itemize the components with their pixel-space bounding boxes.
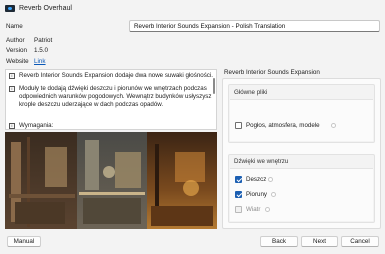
back-button[interactable]: Back bbox=[260, 236, 298, 247]
title-bar: Reverb Overhaul bbox=[0, 0, 385, 17]
hint-icon bbox=[268, 177, 273, 182]
preview-image bbox=[5, 132, 217, 229]
main-files-list: Pogłos, atmosfera, modele bbox=[230, 99, 373, 141]
info-icon: i bbox=[9, 123, 15, 129]
preview-illustration bbox=[5, 132, 217, 229]
main-files-group: Główne pliki Pogłos, atmosfera, modele bbox=[228, 84, 375, 143]
window-title: Reverb Overhaul bbox=[19, 5, 72, 12]
checkbox[interactable] bbox=[235, 206, 242, 213]
option-wind[interactable]: Wiatr bbox=[235, 205, 295, 214]
interior-sounds-title: Dźwięki we wnętrzu bbox=[234, 158, 289, 165]
version-label: Version bbox=[6, 47, 28, 54]
option-label: Deszcz bbox=[246, 176, 267, 183]
option-thunder[interactable]: Pioruny bbox=[235, 190, 295, 199]
manual-button[interactable]: Manual bbox=[7, 236, 41, 247]
app-icon bbox=[5, 5, 15, 12]
info-icon: i bbox=[9, 86, 15, 92]
cancel-button[interactable]: Cancel bbox=[341, 236, 379, 247]
website-link[interactable]: Link bbox=[34, 58, 46, 65]
option-rain[interactable]: Deszcz bbox=[235, 175, 295, 184]
version-value: 1.5.0 bbox=[34, 47, 49, 54]
option-reverb-atmosphere-models[interactable]: Pogłos, atmosfera, modele bbox=[235, 121, 365, 130]
author-value: Patriot bbox=[34, 37, 53, 44]
name-label: Name bbox=[6, 23, 23, 30]
checkbox[interactable] bbox=[235, 122, 242, 129]
checkbox[interactable] bbox=[235, 176, 242, 183]
info-icon: i bbox=[9, 73, 15, 79]
description-line-1: Reverb Interior Sounds Expansion dodaje … bbox=[19, 72, 213, 79]
next-button[interactable]: Next bbox=[301, 236, 338, 247]
author-label: Author bbox=[6, 37, 25, 44]
description-line-3: odpowiednich warunków pogodowych. Wewnąt… bbox=[19, 93, 212, 100]
checkbox[interactable] bbox=[235, 191, 242, 198]
panel-title: Reverb Interior Sounds Expansion bbox=[224, 69, 320, 76]
main-files-title: Główne pliki bbox=[234, 89, 268, 96]
requirements-label: Wymagania: bbox=[19, 122, 54, 129]
hint-icon bbox=[265, 207, 270, 212]
options-panel: Główne pliki Pogłos, atmosfera, modele D… bbox=[222, 78, 381, 229]
hint-icon bbox=[331, 123, 336, 128]
interior-sounds-group: Dźwięki we wnętrzu Deszcz Pioruny Wiatr bbox=[228, 154, 375, 223]
option-label: Wiatr bbox=[246, 206, 261, 213]
interior-sounds-list: Deszcz Pioruny Wiatr bbox=[230, 168, 373, 221]
description-scrollbar[interactable] bbox=[213, 78, 215, 94]
description-line-2: Moduły te dodają dźwięki deszczu i pioru… bbox=[19, 85, 207, 92]
hint-icon bbox=[271, 192, 276, 197]
description-line-4: krople deszczu uderzające w dach podczas… bbox=[19, 101, 164, 108]
description-box[interactable]: i Reverb Interior Sounds Expansion dodaj… bbox=[5, 69, 217, 130]
website-label: Website bbox=[6, 58, 29, 65]
name-field[interactable]: Reverb Interior Sounds Expansion - Polis… bbox=[129, 20, 380, 32]
option-label: Pioruny bbox=[246, 191, 267, 198]
option-label: Pogłos, atmosfera, modele bbox=[246, 122, 320, 129]
